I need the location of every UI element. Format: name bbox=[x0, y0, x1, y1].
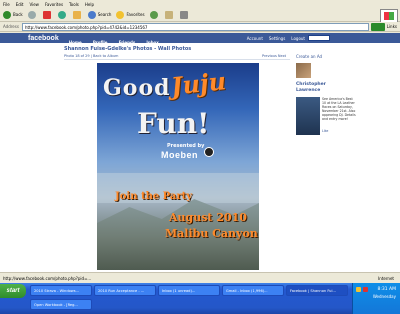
address-bar: Address http://www.facebook.com/photo.ph… bbox=[0, 22, 400, 32]
go-button[interactable] bbox=[370, 22, 385, 31]
menu-file[interactable]: File bbox=[3, 2, 10, 7]
task-label: Inbox (1 unread)... bbox=[162, 288, 196, 293]
taskbar-row-1: 2010 Strava - Windows... 2010 Run Accept… bbox=[30, 285, 350, 297]
task-label: Gmail - Inbox (1,996)... bbox=[226, 288, 268, 293]
back-button[interactable]: Back bbox=[3, 10, 23, 19]
back-arrow-icon bbox=[3, 10, 11, 19]
poster-venue: Malibu Canyon bbox=[165, 227, 258, 240]
links-label[interactable]: Links bbox=[387, 24, 397, 29]
prev-next-links[interactable]: Previous Next bbox=[262, 54, 286, 58]
poster-line-fun: Fun! bbox=[137, 107, 210, 140]
sidebar-ad-image[interactable] bbox=[296, 97, 320, 135]
nav-settings[interactable]: Settings bbox=[269, 36, 285, 41]
stop-icon bbox=[42, 10, 51, 19]
favorites-button[interactable]: Favorites bbox=[116, 10, 145, 19]
poster-line-good: Good bbox=[103, 75, 171, 101]
poster-presented-by: Presented by bbox=[167, 143, 205, 149]
task-label: Open Workbook - [Reg... bbox=[34, 302, 78, 307]
security-zone: Internet bbox=[378, 275, 394, 281]
forward-arrow-icon bbox=[27, 10, 36, 19]
home-icon bbox=[72, 10, 81, 19]
menu-bar: File Edit View Favorites Tools Help bbox=[0, 0, 400, 8]
poster-line-juju: Juju bbox=[169, 66, 228, 101]
history-icon bbox=[149, 10, 158, 19]
album-title: Shannon Fuise-Gdelke's Photos - Wall Pho… bbox=[64, 46, 192, 52]
refresh-button[interactable] bbox=[57, 10, 68, 19]
sidebar-ad-text: See America's Best 10 at the LA Leather … bbox=[322, 97, 356, 121]
task-label: 2010 Strava - Windows... bbox=[34, 288, 80, 293]
task-item[interactable]: Inbox (1 unread)... bbox=[158, 285, 220, 296]
system-tray: 8:31 AM Wednesday bbox=[352, 283, 400, 314]
clock-day: Wednesday bbox=[372, 294, 396, 299]
poster-date: August 2010 bbox=[169, 211, 247, 224]
like-button[interactable]: Like bbox=[322, 129, 328, 133]
sidebar-heading[interactable]: Create an Ad bbox=[296, 54, 322, 59]
home-button[interactable] bbox=[72, 10, 83, 19]
menu-edit[interactable]: Edit bbox=[16, 2, 24, 7]
task-label: 2010 Run Acceptance - ... bbox=[98, 288, 145, 293]
photo-page: Shannon Fuise-Gdelke's Photos - Wall Pho… bbox=[0, 43, 400, 297]
refresh-icon bbox=[57, 10, 66, 19]
nav-logout[interactable]: Logout bbox=[291, 36, 305, 41]
start-button[interactable]: start bbox=[0, 284, 26, 298]
sidebar-profile-surname[interactable]: Lawrence bbox=[296, 88, 320, 93]
task-item[interactable]: 2010 Run Acceptance - ... bbox=[94, 285, 156, 296]
task-item[interactable]: Gmail - Inbox (1,996)... bbox=[222, 285, 284, 296]
sidebar-profile-name[interactable]: Christopher bbox=[296, 82, 326, 87]
stop-button[interactable] bbox=[42, 10, 53, 19]
address-label: Address bbox=[3, 24, 19, 29]
divider bbox=[64, 59, 290, 60]
avatar[interactable] bbox=[296, 63, 311, 78]
menu-favorites[interactable]: Favorites bbox=[45, 2, 63, 7]
history-button[interactable] bbox=[149, 10, 160, 19]
facebook-logo[interactable]: facebook bbox=[28, 35, 59, 42]
poster-party: Join the Party bbox=[115, 191, 193, 202]
search-button[interactable]: Search bbox=[87, 10, 112, 19]
facebook-header: facebook Home Profile Friends Inbox Acco… bbox=[0, 33, 400, 45]
nav-account[interactable]: Account bbox=[247, 36, 263, 41]
search-label: Search bbox=[97, 12, 112, 17]
menu-tools[interactable]: Tools bbox=[69, 2, 79, 7]
menu-view[interactable]: View bbox=[29, 2, 39, 7]
task-item-active[interactable]: Facebook | Shannon Fui... bbox=[286, 285, 348, 296]
favorites-label: Favorites bbox=[126, 12, 145, 17]
status-bar: http://www.facebook.com/photo.php?pid=..… bbox=[0, 272, 400, 283]
mail-button[interactable] bbox=[164, 10, 175, 19]
print-icon bbox=[179, 10, 188, 19]
photo-position[interactable]: Photo 18 of 29 | Back to Album bbox=[64, 54, 118, 58]
event-poster-photo[interactable]: Good Juju Fun! Presented by Moeben Join … bbox=[97, 63, 259, 270]
windows-taskbar: start 2010 Strava - Windows... 2010 Run … bbox=[0, 283, 400, 314]
task-item[interactable]: Open Workbook - [Reg... bbox=[30, 299, 92, 310]
back-label: Back bbox=[13, 12, 23, 17]
mail-icon bbox=[164, 10, 173, 19]
print-button[interactable] bbox=[179, 10, 190, 19]
brand-mark-icon bbox=[204, 147, 214, 157]
browser-toolbar: Back Search Favorites bbox=[0, 8, 400, 23]
search-icon bbox=[87, 10, 96, 19]
windows-logo-icon bbox=[380, 9, 398, 23]
star-icon bbox=[116, 10, 125, 19]
tray-icon[interactable] bbox=[356, 287, 361, 292]
facebook-search-input[interactable] bbox=[308, 35, 330, 41]
task-item[interactable]: 2010 Strava - Windows... bbox=[30, 285, 92, 296]
forward-button[interactable] bbox=[27, 10, 38, 19]
tray-icon[interactable] bbox=[363, 287, 368, 292]
clock: 8:31 AM bbox=[377, 287, 397, 292]
start-label: start bbox=[6, 288, 20, 294]
poster-brand: Moeben bbox=[161, 150, 199, 160]
facebook-account-links: Account Settings Logout bbox=[241, 33, 305, 43]
taskbar-row-2: Open Workbook - [Reg... bbox=[30, 299, 94, 311]
status-text: http://www.facebook.com/photo.php?pid=..… bbox=[3, 275, 92, 281]
task-label: Facebook | Shannon Fui... bbox=[290, 288, 336, 293]
menu-help[interactable]: Help bbox=[85, 2, 94, 7]
